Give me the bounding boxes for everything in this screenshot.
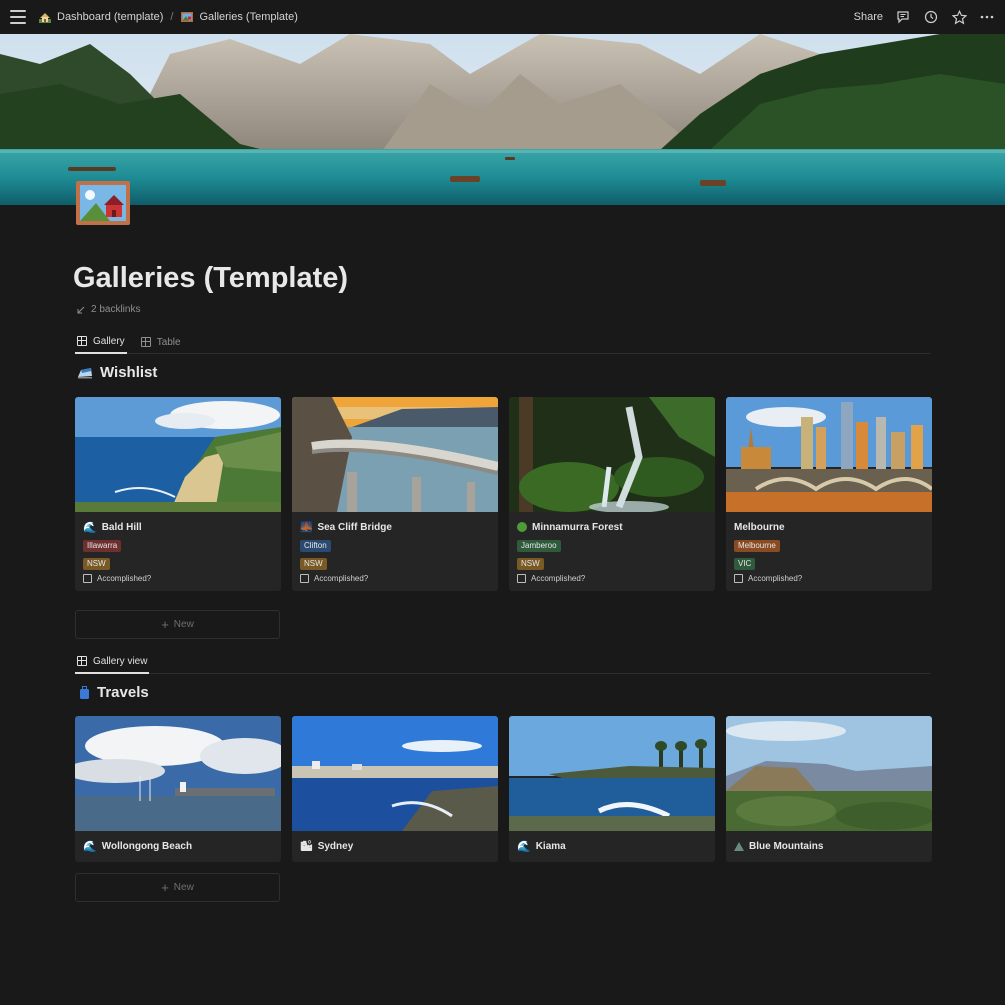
card-cover-image <box>292 716 498 831</box>
bridge-icon: 🌉 <box>300 521 313 533</box>
top-bar: Dashboard (template) / Galleries (Templa… <box>0 0 1005 34</box>
accomplished-checkbox[interactable] <box>517 574 526 583</box>
page-title: Galleries (Template) <box>73 262 349 294</box>
gallery-card[interactable]: 🏙 Sydney <box>292 716 498 862</box>
breadcrumb-separator: / <box>170 11 174 23</box>
new-label: New <box>173 882 194 893</box>
checkbox-label: Accomplished? <box>531 574 586 583</box>
wave-icon: 🌊 <box>83 521 97 534</box>
card-cover-image <box>509 397 715 512</box>
arrow-icon <box>77 306 85 313</box>
gallery-grid-icon <box>77 336 87 346</box>
tag-state: VIC <box>734 558 756 570</box>
tag-region: Jamberoo <box>517 540 561 552</box>
comment-icon[interactable] <box>895 9 911 25</box>
travels-gallery: 🌊 Wollongong Beach 🏙 Sydney 🌊 Kiama Blue… <box>75 716 932 862</box>
card-title: Kiama <box>535 840 566 852</box>
plus-icon: + <box>161 880 169 895</box>
framed-picture-icon <box>181 12 194 22</box>
checkbox-label: Accomplished? <box>97 574 152 583</box>
plus-icon: + <box>161 617 169 632</box>
tab-label: Table <box>156 336 181 348</box>
clock-icon[interactable] <box>923 9 939 25</box>
breadcrumb-galleries[interactable]: Galleries (Template) <box>180 10 298 24</box>
breadcrumb-dashboard[interactable]: Dashboard (template) <box>38 10 163 24</box>
new-wishlist-button[interactable]: + New <box>75 610 280 639</box>
wishlist-heading[interactable]: Wishlist <box>77 364 157 381</box>
card-cover-image <box>509 716 715 831</box>
gallery-card[interactable]: Minnamurra Forest Jamberoo NSW Accomplis… <box>509 397 715 591</box>
cover-image <box>0 34 1005 205</box>
accomplished-checkbox[interactable] <box>300 574 309 583</box>
tab-table[interactable]: Table <box>139 330 183 354</box>
share-button[interactable]: Share <box>854 11 883 23</box>
gallery-card[interactable]: 🌉 Sea Cliff Bridge Clifton NSW Accomplish… <box>292 397 498 591</box>
card-title: Wollongong Beach <box>101 840 193 852</box>
card-title: Blue Mountains <box>749 840 824 852</box>
card-title: Sydney <box>317 840 354 852</box>
breadcrumb-label: Dashboard (template) <box>57 11 164 23</box>
luggage-icon <box>80 685 89 699</box>
gallery-card[interactable]: Blue Mountains <box>726 716 932 862</box>
train-icon <box>78 367 92 378</box>
card-cover-image <box>726 397 932 512</box>
tag-region: Melbourne <box>734 540 780 552</box>
card-cover-image <box>726 716 932 831</box>
travels-heading[interactable]: Travels <box>79 684 149 701</box>
view-tabs: Gallery Table <box>75 330 930 354</box>
page-icon[interactable] <box>76 181 130 225</box>
gallery-card[interactable]: Melbourne Melbourne VIC Accomplished? <box>726 397 932 591</box>
gallery-card[interactable]: 🌊 Wollongong Beach <box>75 716 281 862</box>
tag-state: NSW <box>300 558 327 570</box>
city-icon: 🏙 <box>300 840 313 852</box>
accomplished-checkbox[interactable] <box>734 574 743 583</box>
wave-icon: 🌊 <box>517 840 531 853</box>
card-title: Minnamurra Forest <box>532 521 623 533</box>
tag-region: Clifton <box>300 540 331 552</box>
wishlist-gallery: 🌊 Bald Hill Illawarra NSW Accomplished? 🌉… <box>75 397 932 591</box>
tab-gallery-view[interactable]: Gallery view <box>75 650 150 674</box>
more-icon[interactable] <box>979 9 995 25</box>
travels-title: Travels <box>97 684 149 701</box>
tab-label: Gallery <box>93 335 125 347</box>
accomplished-checkbox[interactable] <box>83 574 92 583</box>
card-title: Sea Cliff Bridge <box>317 521 392 533</box>
tag-state: NSW <box>83 558 110 570</box>
checkbox-label: Accomplished? <box>314 574 369 583</box>
checkbox-label: Accomplished? <box>748 574 803 583</box>
card-cover-image <box>75 397 281 512</box>
new-travel-button[interactable]: + New <box>75 873 280 902</box>
card-title: Melbourne <box>734 521 785 533</box>
table-icon <box>140 337 151 347</box>
house-icon <box>39 13 51 23</box>
backlinks-label: 2 backlinks <box>91 304 141 315</box>
menu-icon[interactable] <box>10 10 26 24</box>
wave-icon: 🌊 <box>83 840 97 853</box>
mountain-icon <box>734 841 744 851</box>
new-label: New <box>173 619 194 630</box>
backlinks-link[interactable]: 2 backlinks <box>77 304 140 315</box>
gallery-card[interactable]: 🌊 Kiama <box>509 716 715 862</box>
tab-gallery[interactable]: Gallery <box>75 330 127 354</box>
gallery-grid-icon <box>77 656 87 666</box>
tab-label: Gallery view <box>93 655 148 667</box>
wishlist-title: Wishlist <box>100 364 158 381</box>
star-icon[interactable] <box>951 9 967 25</box>
card-cover-image <box>75 716 281 831</box>
card-cover-image <box>292 397 498 512</box>
tag-region: Illawarra <box>83 540 122 552</box>
travels-view-tabs: Gallery view <box>75 650 930 674</box>
gallery-card[interactable]: 🌊 Bald Hill Illawarra NSW Accomplished? <box>75 397 281 591</box>
tag-state: NSW <box>517 558 544 570</box>
breadcrumb-label: Galleries (Template) <box>199 11 298 23</box>
green-circle-icon <box>517 522 527 532</box>
card-title: Bald Hill <box>101 521 142 533</box>
